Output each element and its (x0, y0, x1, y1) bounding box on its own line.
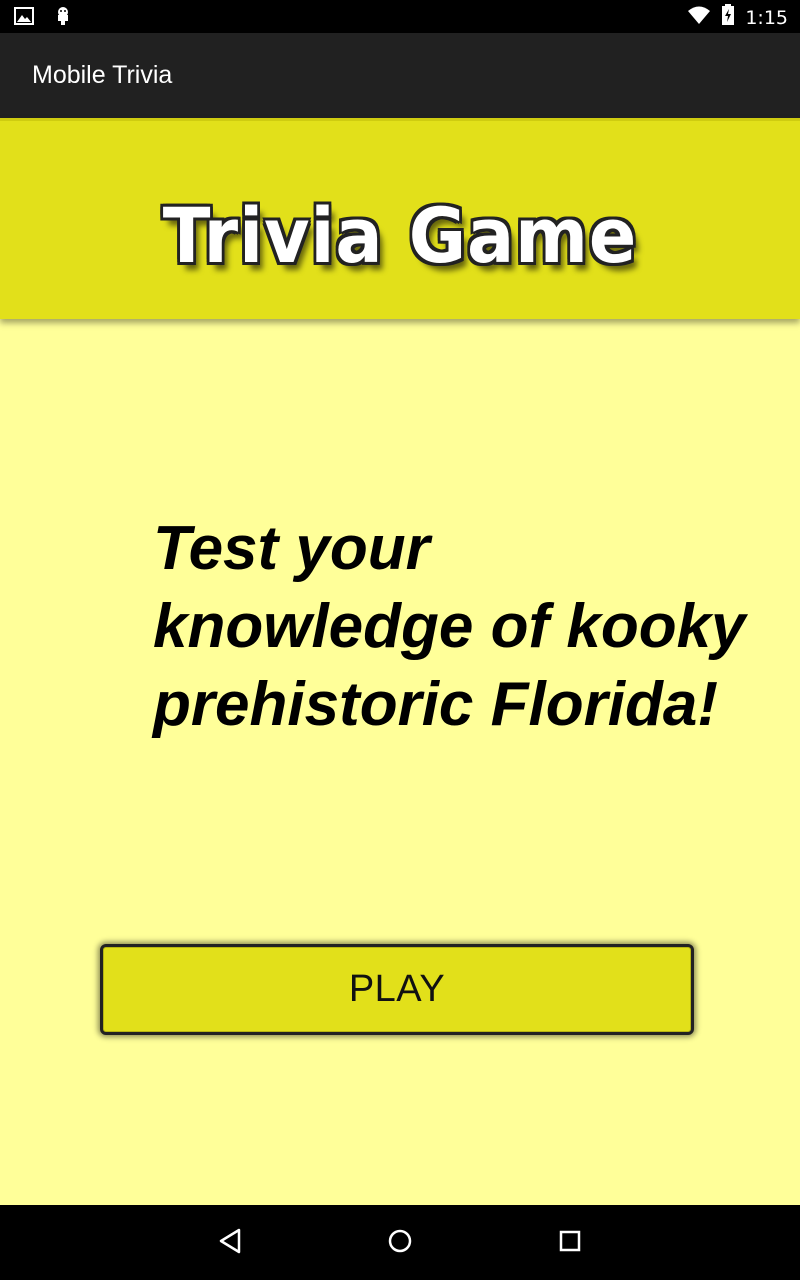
play-button[interactable]: PLAY (100, 944, 694, 1035)
android-icon (54, 6, 72, 31)
trivia-game-logo: Trivia Game (162, 191, 638, 280)
recents-button[interactable] (552, 1225, 588, 1261)
back-icon (217, 1228, 243, 1259)
banner: Trivia Game (0, 118, 800, 319)
nav-bar (0, 1205, 800, 1280)
app-title: Mobile Trivia (32, 61, 173, 89)
play-button-label: PLAY (348, 968, 446, 1010)
tagline: Test your knowledge of kooky prehistoric… (153, 514, 746, 739)
image-icon (14, 7, 34, 30)
status-left-icons (14, 6, 72, 31)
action-bar: Mobile Trivia (0, 33, 800, 118)
battery-icon (721, 4, 735, 31)
status-right-icons: 1:15 (687, 4, 788, 31)
home-button[interactable] (382, 1225, 418, 1261)
status-bar: 1:15 (0, 0, 800, 33)
back-button[interactable] (212, 1225, 248, 1261)
home-icon (387, 1228, 413, 1259)
status-time: 1:15 (745, 6, 788, 29)
recents-icon (557, 1228, 583, 1259)
wifi-icon (687, 5, 711, 30)
